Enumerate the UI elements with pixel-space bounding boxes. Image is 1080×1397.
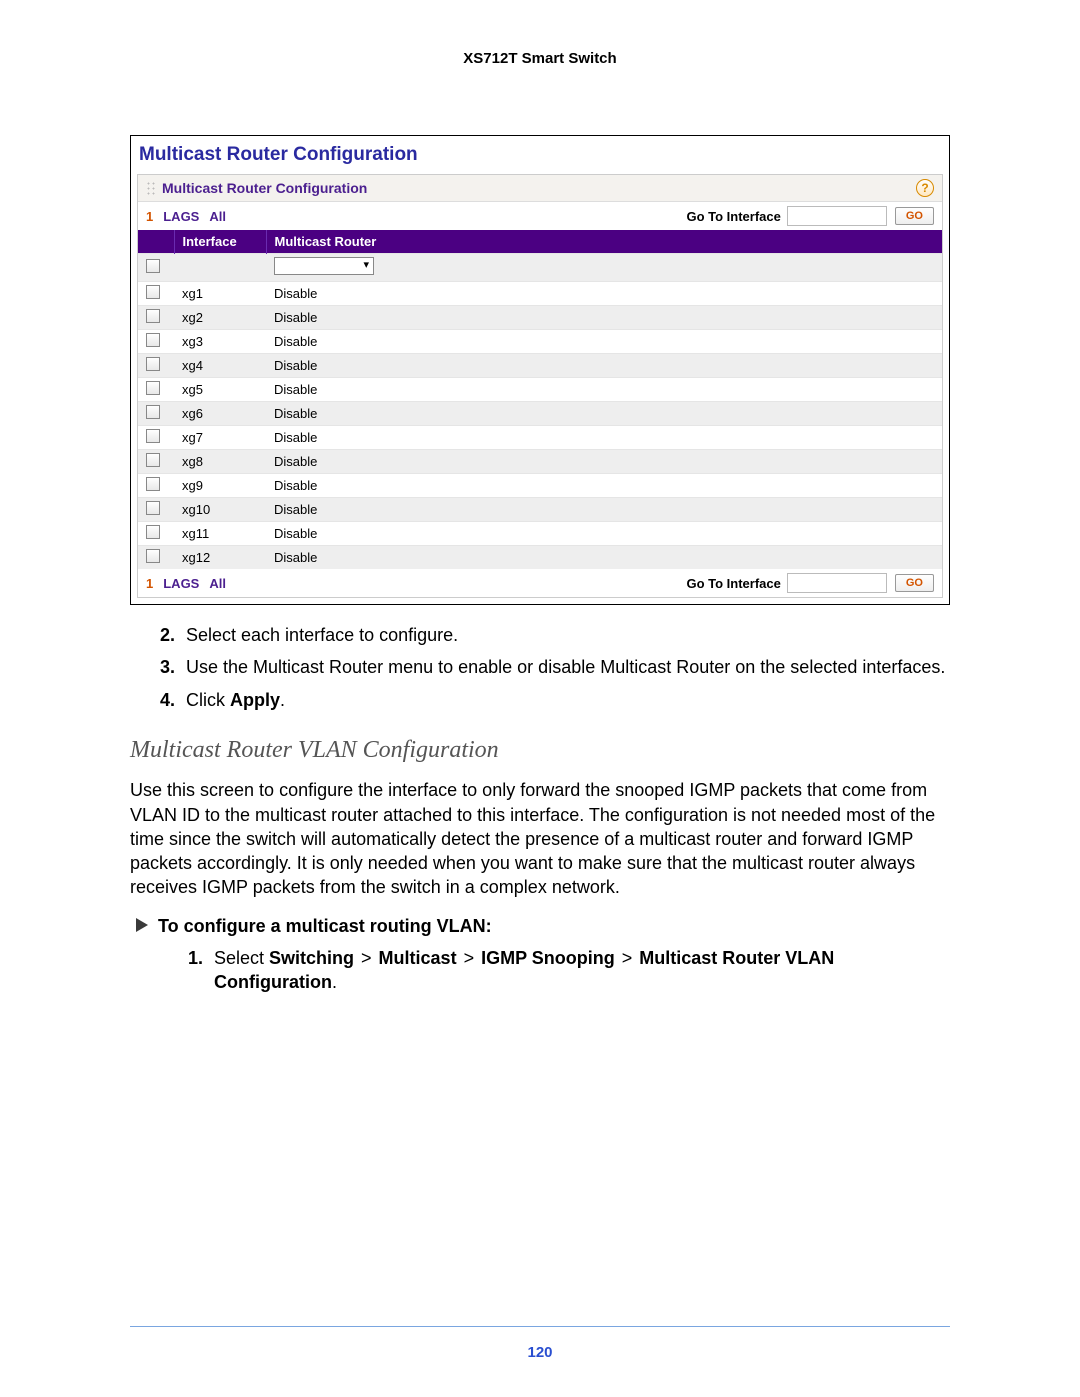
- footer-rule: [130, 1326, 950, 1327]
- cell-multicast-router: Disable: [266, 450, 942, 474]
- cell-interface: xg7: [174, 426, 266, 450]
- cell-multicast-router: Disable: [266, 354, 942, 378]
- multicast-router-dropdown[interactable]: [274, 257, 374, 275]
- instruction-step: 4.Click Apply.: [160, 688, 950, 712]
- cell-multicast-router: Disable: [266, 546, 942, 570]
- table-row: xg7Disable: [138, 426, 942, 450]
- row-checkbox[interactable]: [146, 309, 160, 323]
- step-body: Click Apply.: [186, 688, 950, 712]
- table-row: xg2Disable: [138, 306, 942, 330]
- tab-all[interactable]: All: [209, 209, 226, 224]
- row-checkbox[interactable]: [146, 357, 160, 371]
- cell-interface: xg5: [174, 378, 266, 402]
- step-number: 2.: [160, 623, 186, 647]
- procedure-heading: To configure a multicast routing VLAN:: [136, 914, 950, 938]
- procedure-step: 1. Select Switching > Multicast > IGMP S…: [188, 946, 950, 995]
- row-checkbox[interactable]: [146, 381, 160, 395]
- cell-interface: xg8: [174, 450, 266, 474]
- instruction-step: 3.Use the Multicast Router menu to enabl…: [160, 655, 950, 679]
- tab-1[interactable]: 1: [146, 209, 153, 224]
- instruction-step: 2.Select each interface to configure.: [160, 623, 950, 647]
- table-row: xg11Disable: [138, 522, 942, 546]
- row-checkbox[interactable]: [146, 549, 160, 563]
- panel-title: Multicast Router Configuration: [137, 140, 943, 174]
- cell-interface: xg3: [174, 330, 266, 354]
- col-multicast-router: Multicast Router: [266, 230, 942, 254]
- table-row: xg5Disable: [138, 378, 942, 402]
- section-heading: Multicast Router VLAN Configuration: [130, 734, 950, 766]
- row-checkbox[interactable]: [146, 333, 160, 347]
- panel-subtitle: Multicast Router Configuration: [162, 180, 916, 196]
- help-icon[interactable]: ?: [916, 179, 934, 197]
- row-checkbox[interactable]: [146, 525, 160, 539]
- step-number: 4.: [160, 688, 186, 712]
- step-body: Select each interface to configure.: [186, 623, 950, 647]
- goto-interface-label: Go To Interface: [686, 209, 780, 224]
- interface-table: Interface Multicast Router xg1Disablexg2…: [138, 230, 942, 569]
- cell-interface: xg2: [174, 306, 266, 330]
- table-filter-row: [138, 254, 942, 282]
- col-interface: Interface: [174, 230, 266, 254]
- row-checkbox[interactable]: [146, 285, 160, 299]
- select-all-checkbox[interactable]: [146, 259, 160, 273]
- row-checkbox[interactable]: [146, 453, 160, 467]
- cell-multicast-router: Disable: [266, 426, 942, 450]
- cell-interface: xg1: [174, 282, 266, 306]
- row-checkbox[interactable]: [146, 477, 160, 491]
- table-row: xg10Disable: [138, 498, 942, 522]
- procedure-arrow-icon: [136, 918, 148, 932]
- table-row: xg4Disable: [138, 354, 942, 378]
- document-body: 2.Select each interface to configure.3.U…: [130, 623, 950, 995]
- cell-interface: xg6: [174, 402, 266, 426]
- panel-inner: Multicast Router Configuration ? 1 LAGS …: [137, 174, 943, 598]
- cell-multicast-router: Disable: [266, 378, 942, 402]
- tab-1-bottom[interactable]: 1: [146, 576, 153, 591]
- tabs-row-top: 1 LAGS All Go To Interface GO: [138, 202, 942, 230]
- section-paragraph: Use this screen to configure the interfa…: [130, 778, 950, 899]
- goto-interface-input[interactable]: [787, 206, 887, 226]
- cell-multicast-router: Disable: [266, 282, 942, 306]
- cell-multicast-router: Disable: [266, 330, 942, 354]
- document-header: XS712T Smart Switch: [130, 50, 950, 67]
- col-checkbox: [138, 230, 174, 254]
- page-number: 120: [0, 1344, 1080, 1361]
- tab-all-bottom[interactable]: All: [209, 576, 226, 591]
- tab-lags-bottom[interactable]: LAGS: [163, 576, 199, 591]
- cell-multicast-router: Disable: [266, 306, 942, 330]
- table-row: xg9Disable: [138, 474, 942, 498]
- table-row: xg3Disable: [138, 330, 942, 354]
- cell-multicast-router: Disable: [266, 522, 942, 546]
- goto-interface-label-bottom: Go To Interface: [686, 576, 780, 591]
- cell-interface: xg9: [174, 474, 266, 498]
- step-body: Select Switching > Multicast > IGMP Snoo…: [214, 946, 950, 995]
- go-button-bottom[interactable]: GO: [895, 574, 934, 592]
- step-number: 3.: [160, 655, 186, 679]
- table-row: xg6Disable: [138, 402, 942, 426]
- tabs-row-bottom: 1 LAGS All Go To Interface GO: [138, 569, 942, 597]
- cell-interface: xg10: [174, 498, 266, 522]
- table-row: xg8Disable: [138, 450, 942, 474]
- cell-multicast-router: Disable: [266, 402, 942, 426]
- config-screenshot-panel: Multicast Router Configuration Multicast…: [130, 135, 950, 605]
- cell-interface: xg4: [174, 354, 266, 378]
- cell-multicast-router: Disable: [266, 474, 942, 498]
- goto-interface-input-bottom[interactable]: [787, 573, 887, 593]
- procedure-heading-text: To configure a multicast routing VLAN:: [158, 914, 492, 938]
- step-number: 1.: [188, 946, 214, 995]
- row-checkbox[interactable]: [146, 501, 160, 515]
- step-body: Use the Multicast Router menu to enable …: [186, 655, 950, 679]
- row-checkbox[interactable]: [146, 405, 160, 419]
- cell-interface: xg11: [174, 522, 266, 546]
- go-button-top[interactable]: GO: [895, 207, 934, 225]
- drag-grip-icon: [146, 181, 156, 195]
- row-checkbox[interactable]: [146, 429, 160, 443]
- cell-interface: xg12: [174, 546, 266, 570]
- tab-lags[interactable]: LAGS: [163, 209, 199, 224]
- cell-multicast-router: Disable: [266, 498, 942, 522]
- table-row: xg12Disable: [138, 546, 942, 570]
- table-row: xg1Disable: [138, 282, 942, 306]
